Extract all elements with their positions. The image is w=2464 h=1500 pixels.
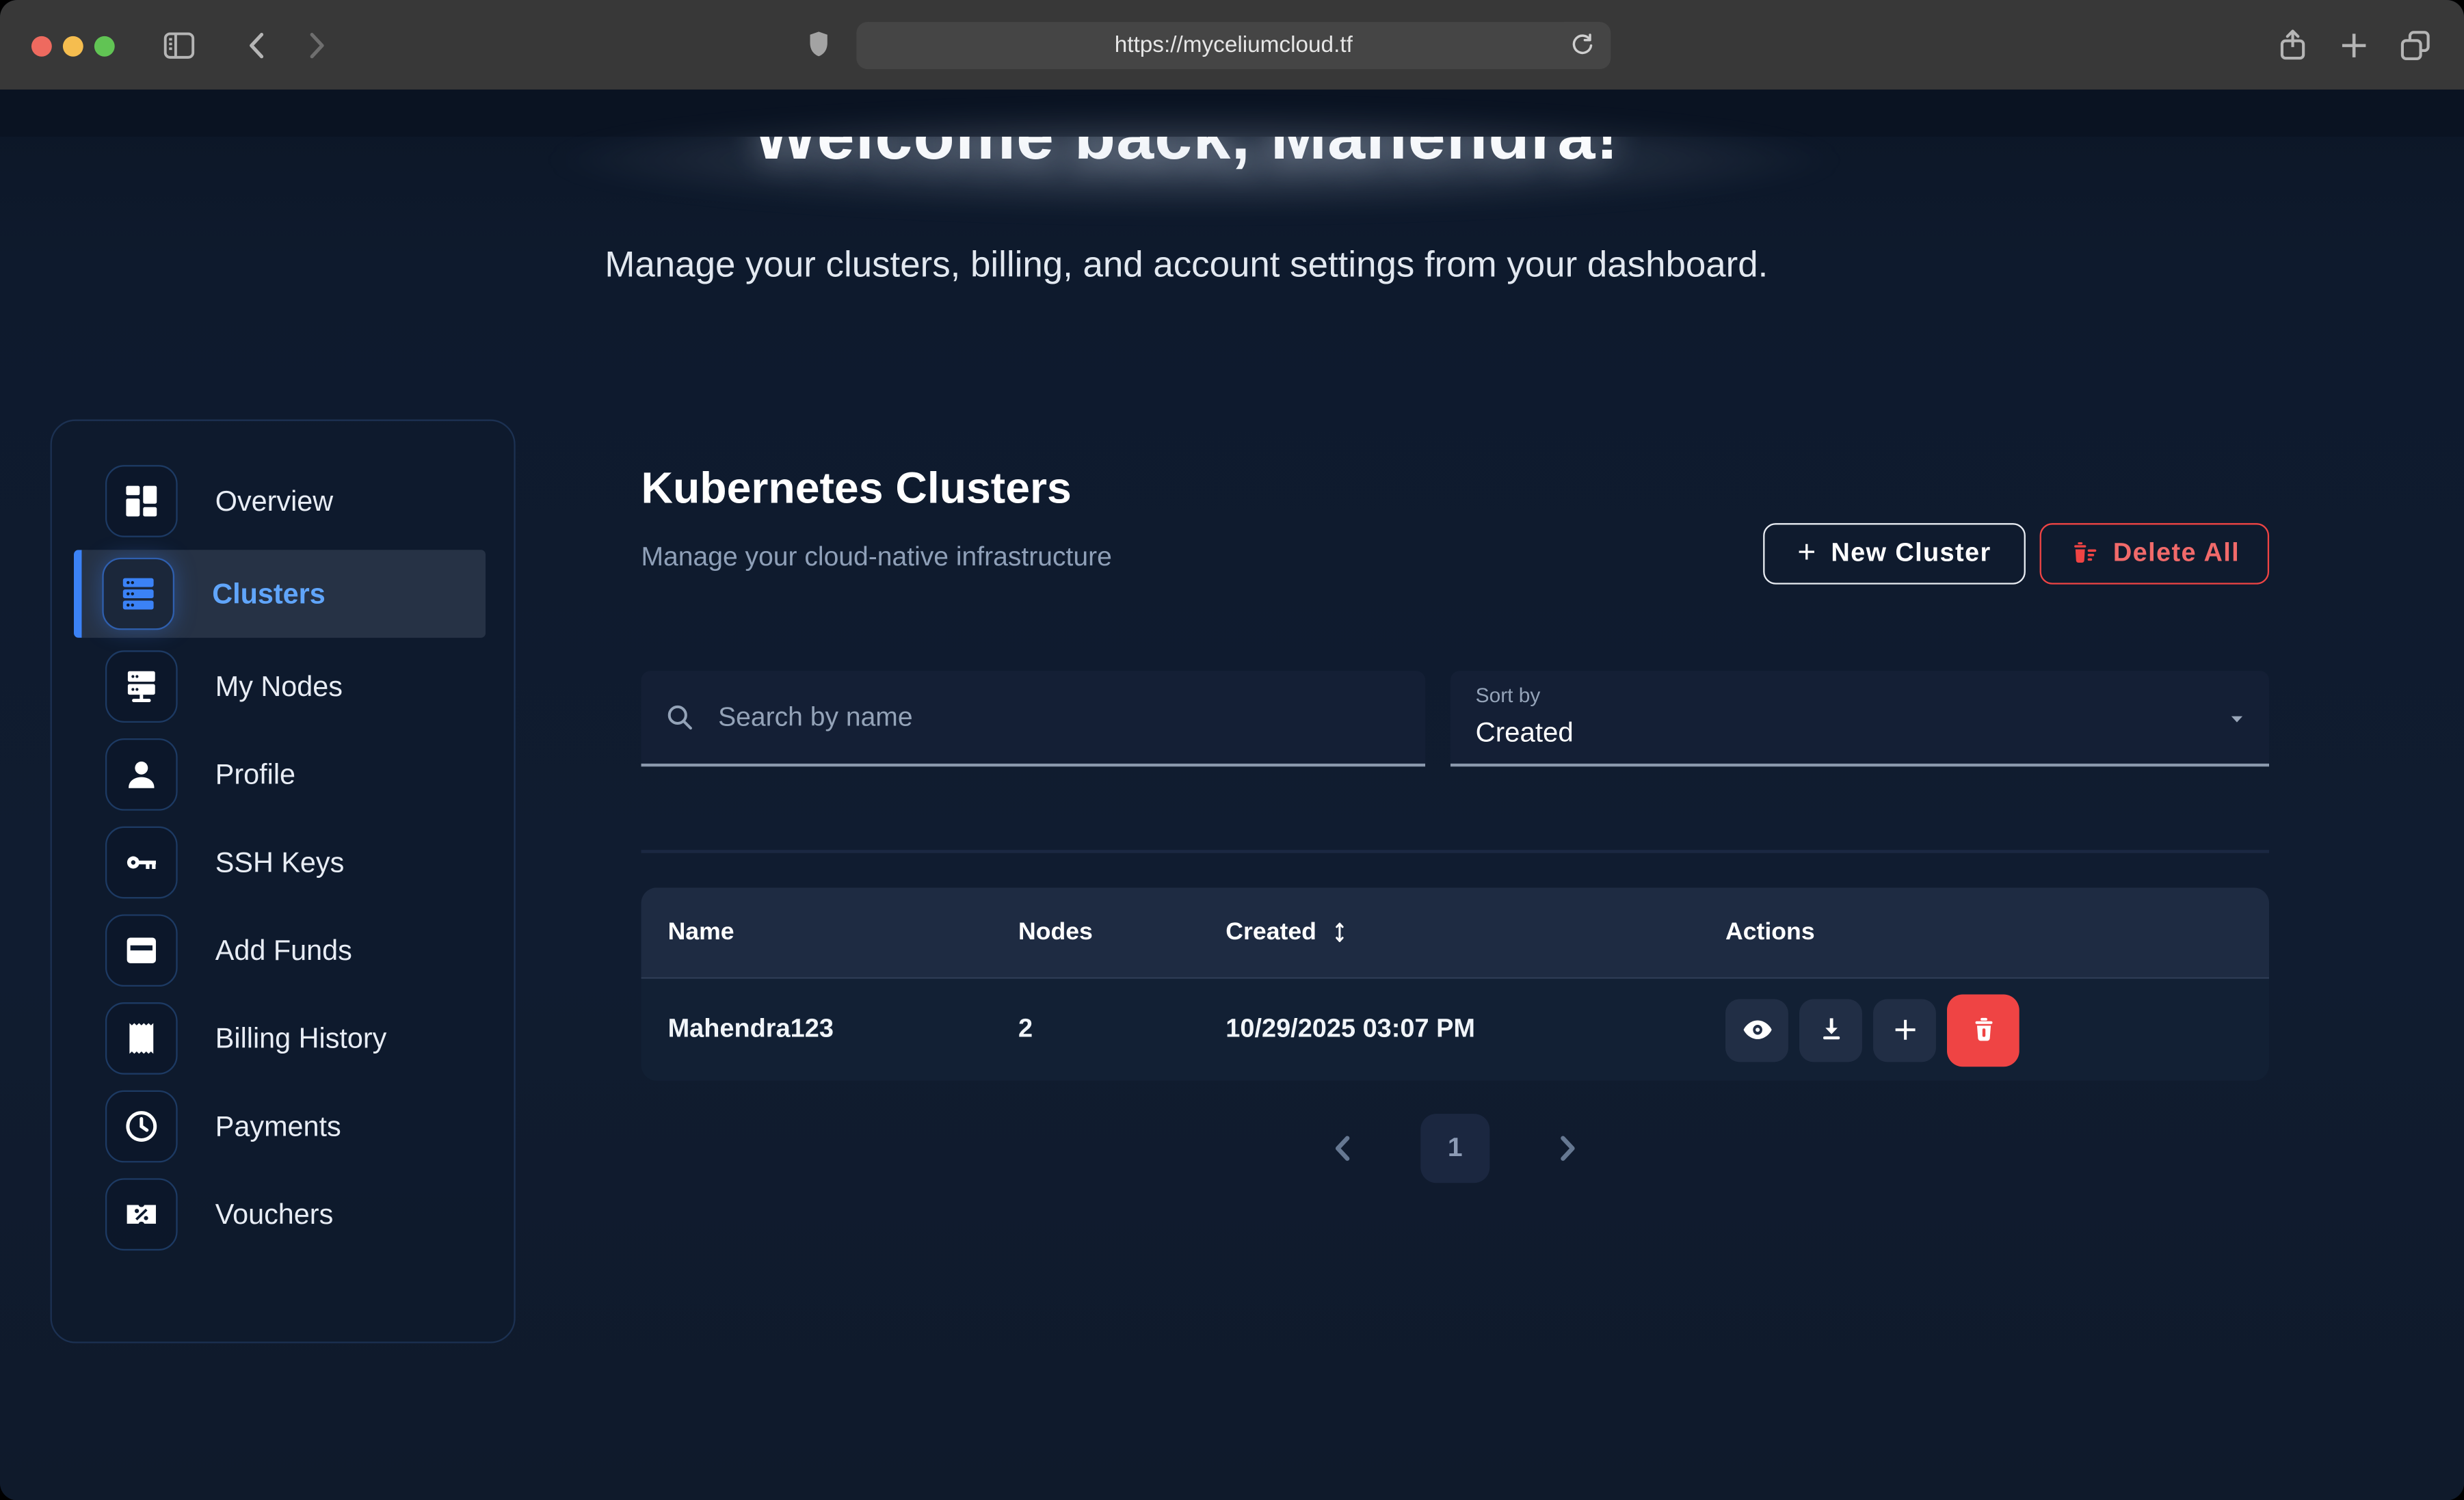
sort-value: Created bbox=[1476, 716, 2244, 749]
sidebar-item-billing-history[interactable]: Billing History bbox=[80, 999, 486, 1077]
ticket-percent-icon bbox=[105, 1178, 178, 1250]
cluster-name-cell: Mahendra123 bbox=[641, 1015, 1018, 1045]
sidebar-item-my-nodes[interactable]: My Nodes bbox=[80, 647, 486, 726]
share-icon[interactable] bbox=[2273, 27, 2314, 64]
chevron-down-icon bbox=[2223, 706, 2250, 732]
sidebar-item-profile[interactable]: Profile bbox=[80, 735, 486, 814]
page-title: Kubernetes Clusters bbox=[641, 464, 1072, 514]
cluster-created-cell: 10/29/2025 03:07 PM bbox=[1226, 1015, 1725, 1045]
sidebar-item-overview[interactable]: Overview bbox=[80, 462, 486, 541]
clusters-table: Name Nodes Created Actions Mahendra123 2… bbox=[641, 887, 2270, 1081]
search-field[interactable] bbox=[641, 671, 1426, 766]
download-kubeconfig-button[interactable] bbox=[1799, 998, 1862, 1061]
plus-icon bbox=[1888, 1013, 1921, 1046]
browser-toolbar: https://myceliumcloud.tf bbox=[0, 0, 2464, 91]
table-header-row: Name Nodes Created Actions bbox=[641, 887, 2270, 977]
sort-updown-icon bbox=[1326, 919, 1353, 946]
sidebar-toggle-icon[interactable] bbox=[159, 27, 200, 64]
dashboard-sidebar: Overview Clusters My Nodes Profile bbox=[51, 420, 516, 1343]
table-row: Mahendra123 2 10/29/2025 03:07 PM bbox=[641, 977, 2270, 1081]
key-icon bbox=[105, 827, 178, 899]
back-icon[interactable] bbox=[237, 27, 278, 64]
eye-icon bbox=[1740, 1013, 1773, 1046]
delete-all-button[interactable]: Delete All bbox=[2040, 523, 2269, 585]
tab-overview-icon[interactable] bbox=[2395, 27, 2436, 64]
page-subtitle: Manage your cloud-native infrastructure bbox=[641, 542, 1112, 574]
browser-window: https://myceliumcloud.tf Welcome back, M… bbox=[0, 0, 2464, 1500]
close-window-button[interactable] bbox=[31, 36, 52, 57]
trash-icon bbox=[1967, 1013, 2000, 1046]
download-icon bbox=[1814, 1013, 1847, 1046]
chevron-right-icon bbox=[1546, 1128, 1587, 1169]
sort-select[interactable]: Sort by Created bbox=[1450, 671, 2269, 766]
column-header-nodes: Nodes bbox=[1018, 918, 1226, 946]
address-bar[interactable]: https://myceliumcloud.tf bbox=[856, 22, 1611, 69]
search-input[interactable] bbox=[715, 700, 1403, 735]
next-page-button[interactable] bbox=[1546, 1128, 1587, 1169]
reload-icon[interactable] bbox=[1567, 30, 1598, 62]
cluster-actions-cell bbox=[1725, 993, 2269, 1066]
new-cluster-button[interactable]: + New Cluster bbox=[1763, 523, 2026, 585]
cluster-nodes-cell: 2 bbox=[1018, 1015, 1226, 1045]
section-divider bbox=[641, 850, 2270, 853]
server-stack-icon bbox=[102, 558, 174, 630]
new-tab-icon[interactable] bbox=[2333, 27, 2374, 64]
screen: https://myceliumcloud.tf Welcome back, M… bbox=[0, 0, 2464, 1500]
column-header-actions: Actions bbox=[1725, 918, 2269, 946]
clock-icon bbox=[105, 1090, 178, 1163]
wallet-icon bbox=[105, 914, 178, 987]
page-content: Welcome back, Mahendra! Manage your clus… bbox=[0, 90, 2464, 1500]
welcome-subtitle: Manage your clusters, billing, and accou… bbox=[0, 243, 2373, 286]
url-text: https://myceliumcloud.tf bbox=[1115, 33, 1353, 58]
plus-icon: + bbox=[1797, 536, 1816, 572]
sort-label: Sort by bbox=[1476, 684, 2244, 707]
page-number[interactable]: 1 bbox=[1420, 1114, 1489, 1183]
nodes-icon bbox=[105, 650, 178, 723]
sidebar-item-vouchers[interactable]: Vouchers bbox=[80, 1175, 486, 1254]
hero-top-strip bbox=[0, 90, 2464, 137]
delete-all-label: Delete All bbox=[2113, 539, 2240, 569]
delete-cluster-button[interactable] bbox=[1947, 993, 2019, 1066]
delete-sweep-icon bbox=[2069, 538, 2101, 570]
sidebar-item-ssh-keys[interactable]: SSH Keys bbox=[80, 823, 486, 902]
forward-icon[interactable] bbox=[295, 27, 336, 64]
add-node-button[interactable] bbox=[1873, 998, 1936, 1061]
view-cluster-button[interactable] bbox=[1725, 998, 1788, 1061]
expand-window-button[interactable] bbox=[94, 36, 115, 57]
pagination: 1 bbox=[641, 1114, 2270, 1183]
privacy-shield-icon[interactable] bbox=[798, 27, 839, 64]
sidebar-item-clusters[interactable]: Clusters bbox=[74, 550, 486, 638]
sidebar-item-add-funds[interactable]: Add Funds bbox=[80, 911, 486, 990]
sidebar-item-payments[interactable]: Payments bbox=[80, 1087, 486, 1166]
person-icon bbox=[105, 738, 178, 811]
column-header-created[interactable]: Created bbox=[1226, 918, 1725, 946]
column-header-name: Name bbox=[641, 918, 1018, 946]
minimize-window-button[interactable] bbox=[63, 36, 83, 57]
chevron-left-icon bbox=[1323, 1128, 1364, 1169]
previous-page-button[interactable] bbox=[1323, 1128, 1364, 1169]
new-cluster-label: New Cluster bbox=[1831, 539, 1991, 569]
receipt-icon bbox=[105, 1002, 178, 1075]
dashboard-icon bbox=[105, 465, 178, 537]
search-icon bbox=[663, 701, 696, 734]
